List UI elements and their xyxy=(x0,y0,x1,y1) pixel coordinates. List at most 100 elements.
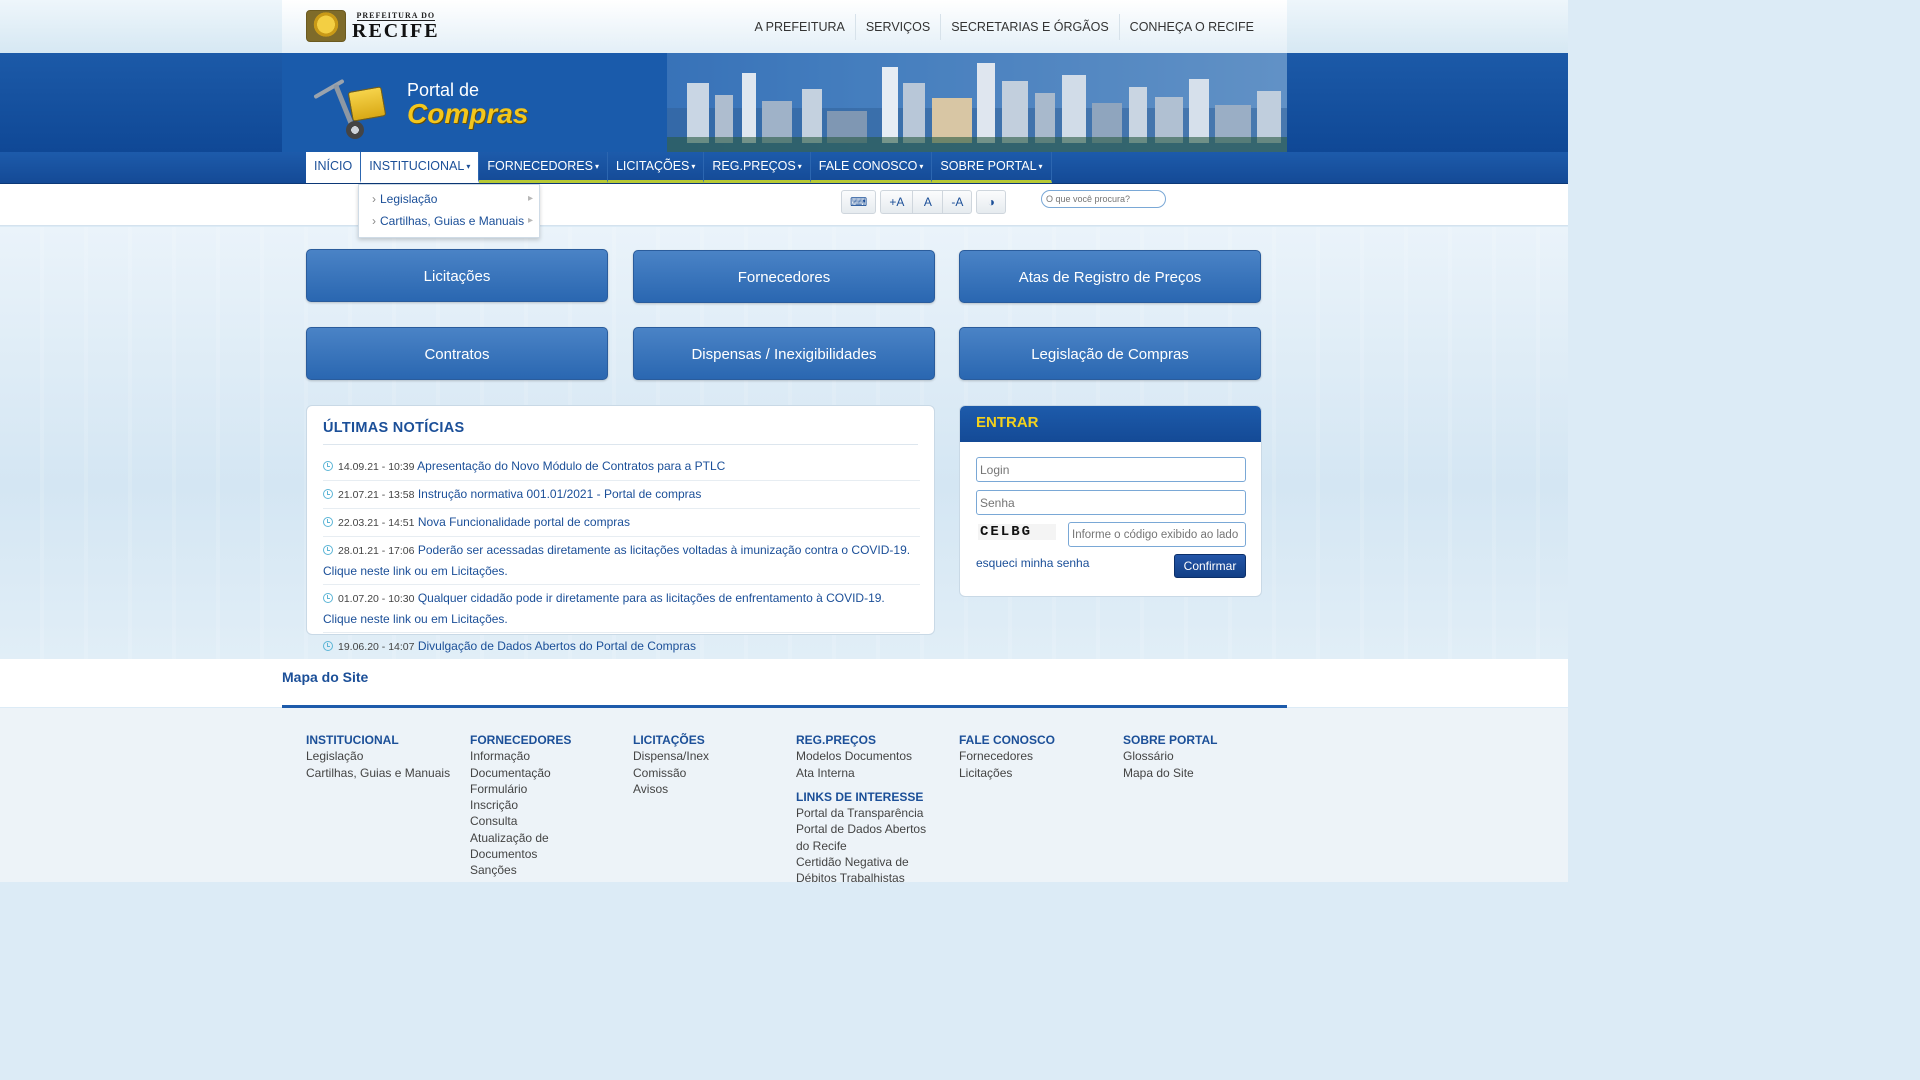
top-nav-secretarias[interactable]: SECRETARIAS E ÓRGÃOS xyxy=(940,13,1118,40)
footer-heading[interactable]: LICITAÇÕES xyxy=(633,732,793,748)
footer-link[interactable]: Glossário xyxy=(1123,748,1283,764)
top-nav-conheca[interactable]: CONHEÇA O RECIFE xyxy=(1118,13,1264,40)
menu-fornecedores-label: FORNECEDORES xyxy=(487,159,593,173)
dropdown-item-legislacao[interactable]: Legislação xyxy=(359,189,539,211)
footer-col-licitacoes: LICITAÇÕES Dispensa/Inex Comissão Avisos xyxy=(633,732,793,797)
footer-link[interactable]: Formulário xyxy=(470,781,630,797)
footer-link[interactable]: Licitações xyxy=(959,765,1119,781)
menu-sobre-portal[interactable]: SOBRE PORTAL ▾ xyxy=(932,152,1052,183)
news-item[interactable]: 28.01.21 - 17:06 Poderão ser acessadas d… xyxy=(323,537,920,585)
quick-link-dispensas[interactable]: Dispensas / Inexigibilidades xyxy=(633,327,935,380)
news-date: 22.03.21 - 14:51 xyxy=(338,517,415,529)
prefeitura-logo[interactable]: PREFEITURA DO RECIFE xyxy=(306,10,440,42)
chevron-down-icon: ▾ xyxy=(691,162,696,171)
news-item[interactable]: 01.07.20 - 10:30 Qualquer cidadão pode i… xyxy=(323,585,920,633)
contrast-icon[interactable]: ◑ xyxy=(976,190,1007,214)
footer-link[interactable]: Documentação xyxy=(470,765,630,781)
search-input[interactable] xyxy=(1041,190,1166,208)
footer-link[interactable]: Fornecedores xyxy=(959,748,1119,764)
site-map-bar xyxy=(0,659,1568,707)
footer-link[interactable]: Legislação xyxy=(306,748,466,764)
footer-link[interactable]: Dispensa/Inex xyxy=(633,748,793,764)
chevron-down-icon: ▾ xyxy=(797,162,802,171)
chevron-down-icon: ▾ xyxy=(1038,162,1043,171)
quick-link-fornecedores[interactable]: Fornecedores xyxy=(633,250,935,303)
keyboard-icon[interactable]: ⌨ xyxy=(841,190,877,214)
main-nav: INÍCIO INSTITUCIONAL ▾ FORNECEDORES ▾ LICI… xyxy=(0,152,1568,184)
font-normal-button[interactable]: A xyxy=(912,190,943,214)
brand-main: RECIFE xyxy=(352,19,440,42)
menu-institucional[interactable]: INSTITUCIONAL ▾ xyxy=(361,152,480,183)
news-link[interactable]: Apresentação do Novo Módulo de Contratos… xyxy=(417,459,725,473)
news-item[interactable]: 22.03.21 - 14:51 Nova Funcionalidade por… xyxy=(323,509,920,537)
footer-link[interactable]: Informação xyxy=(470,748,630,764)
quick-link-legislacao[interactable]: Legislação de Compras xyxy=(959,327,1261,380)
menu-fale-conosco[interactable]: FALE CONOSCO ▾ xyxy=(810,152,933,183)
footer-link[interactable]: Portal da Transparência xyxy=(796,805,956,821)
news-item[interactable]: 19.06.20 - 14:07 Divulgação de Dados Abe… xyxy=(323,633,920,660)
footer-link[interactable]: Ata Interna xyxy=(796,765,956,781)
top-bar: PREFEITURA DO RECIFE A PREFEITURA SERVIÇ… xyxy=(0,0,1568,53)
quick-link-licitacoes[interactable]: Licitações xyxy=(306,249,608,302)
news-item[interactable]: 21.07.21 - 13:58 Instrução normativa 001… xyxy=(323,481,920,509)
footer-col-institucional: INSTITUCIONAL Legislação Cartilhas, Guia… xyxy=(306,732,466,781)
font-increase-button[interactable]: +A xyxy=(880,190,913,214)
footer-link[interactable]: Inscrição xyxy=(470,797,630,813)
news-title: ÚLTIMAS NOTÍCIAS xyxy=(323,420,465,436)
portal-logo[interactable]: Portal de Compras xyxy=(407,81,528,128)
news-date: 28.01.21 - 17:06 xyxy=(338,545,415,557)
footer-link[interactable]: Débitos Trabalhistas xyxy=(796,870,956,886)
footer-heading-links-interesse: LINKS DE INTERESSE xyxy=(796,789,924,804)
footer-col-sobre-portal: SOBRE PORTAL Glossário Mapa do Site xyxy=(1123,732,1283,781)
captcha-image: CELBG xyxy=(978,524,1056,540)
forgot-password-link[interactable]: esqueci minha senha xyxy=(976,556,1089,570)
news-link[interactable]: Instrução normativa 001.01/2021 - Portal… xyxy=(418,487,702,501)
password-field[interactable] xyxy=(976,490,1246,515)
news-date: 21.07.21 - 13:58 xyxy=(338,489,415,501)
menu-reg-precos[interactable]: REG.PREÇOS ▾ xyxy=(704,152,811,183)
captcha-input[interactable] xyxy=(1068,522,1246,547)
footer-heading[interactable]: INSTITUCIONAL xyxy=(306,732,466,748)
footer-heading[interactable]: SOBRE PORTAL xyxy=(1123,732,1283,748)
clock-icon xyxy=(323,593,333,603)
footer-heading[interactable]: FORNECEDORES xyxy=(470,732,630,748)
menu-inicio[interactable]: INÍCIO xyxy=(306,152,362,183)
menu-licitacoes[interactable]: LICITAÇÕES ▾ xyxy=(607,152,705,183)
top-nav: A PREFEITURA SERVIÇOS SECRETARIAS E ÓRGÃ… xyxy=(745,0,1264,53)
footer-link[interactable]: Modelos Documentos xyxy=(796,748,956,764)
top-nav-servicos[interactable]: SERVIÇOS xyxy=(854,13,940,40)
news-link[interactable]: Divulgação de Dados Abertos do Portal de… xyxy=(418,639,696,653)
menu-fornecedores[interactable]: FORNECEDORES ▾ xyxy=(479,152,608,183)
news-list: 14.09.21 - 10:39 Apresentação do Novo Mó… xyxy=(323,453,920,660)
footer-link[interactable]: do Recife xyxy=(796,838,956,854)
footer-link[interactable]: Atualização de xyxy=(470,830,630,846)
menu-inicio-label: INÍCIO xyxy=(314,159,353,173)
dropdown-item-cartilhas[interactable]: Cartilhas, Guias e Manuais xyxy=(359,211,539,233)
login-panel: ENTRAR CELBG esqueci minha senha Confirm… xyxy=(959,405,1262,597)
footer-link[interactable]: Comissão xyxy=(633,765,793,781)
footer-link[interactable]: Cartilhas, Guias e Manuais xyxy=(306,765,466,781)
footer-heading[interactable]: REG.PREÇOS xyxy=(796,732,956,748)
news-item[interactable]: 14.09.21 - 10:39 Apresentação do Novo Mó… xyxy=(323,453,920,481)
cart-box xyxy=(347,86,387,122)
city-skyline-image xyxy=(667,53,1287,152)
login-field[interactable] xyxy=(976,457,1246,482)
confirm-button[interactable]: Confirmar xyxy=(1174,554,1246,578)
footer-link[interactable]: Portal de Dados Abertos xyxy=(796,821,956,837)
portal-title-line1: Portal de xyxy=(407,80,480,100)
news-link[interactable]: Nova Funcionalidade portal de compras xyxy=(418,515,630,529)
footer-link[interactable]: Consulta xyxy=(470,813,630,829)
quick-link-atas[interactable]: Atas de Registro de Preços xyxy=(959,250,1261,303)
news-panel: ÚLTIMAS NOTÍCIAS 14.09.21 - 10:39 Aprese… xyxy=(306,405,935,653)
footer-heading[interactable]: FALE CONOSCO xyxy=(959,732,1119,748)
footer-link[interactable]: Certidão Negativa de xyxy=(796,854,956,870)
news-divider xyxy=(323,444,918,445)
top-nav-prefeitura[interactable]: A PREFEITURA xyxy=(745,14,855,40)
footer-link[interactable]: Documentos xyxy=(470,846,630,862)
quick-link-contratos[interactable]: Contratos xyxy=(306,327,608,380)
footer-link[interactable]: Avisos xyxy=(633,781,793,797)
news-date: 01.07.20 - 10:30 xyxy=(338,593,415,605)
font-decrease-button[interactable]: -A xyxy=(942,190,973,214)
footer-link[interactable]: Sanções xyxy=(470,862,630,878)
footer-link[interactable]: Mapa do Site xyxy=(1123,765,1283,781)
